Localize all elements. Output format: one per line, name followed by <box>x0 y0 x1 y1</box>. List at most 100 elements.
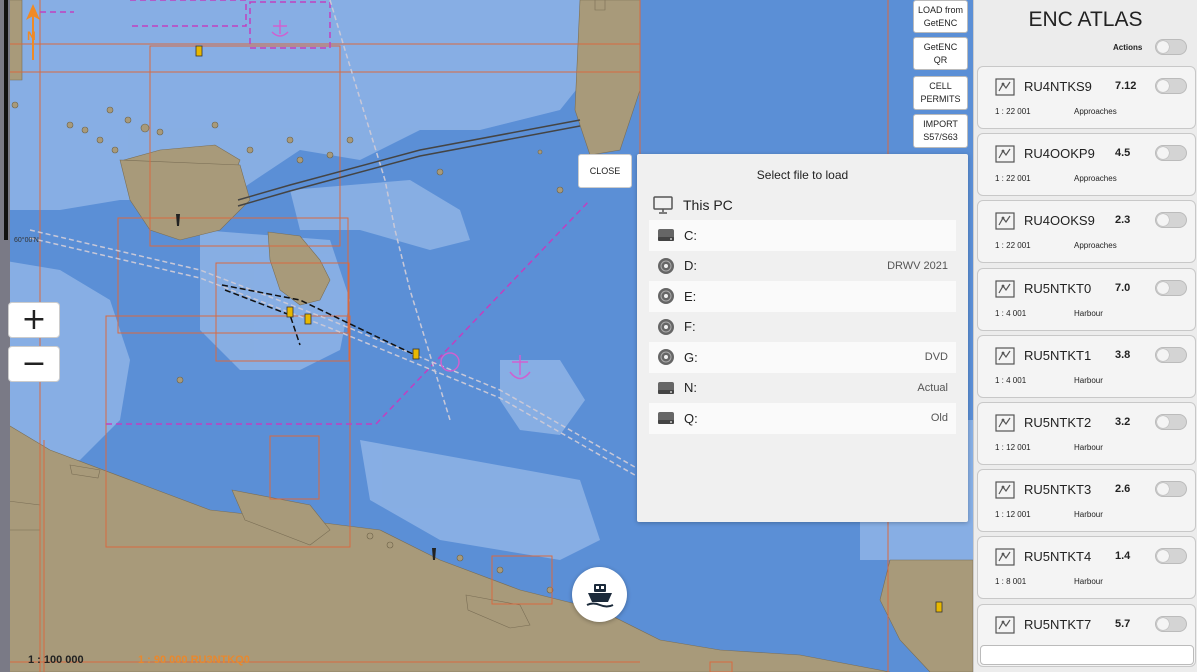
chart-scale-label: 1 : 100 000 <box>28 654 84 666</box>
svg-text:N: N <box>27 29 36 43</box>
actions-label: Actions <box>1113 43 1143 52</box>
zoom-in-button[interactable]: + <box>8 302 60 338</box>
cell-usage: Approaches <box>1074 241 1117 251</box>
hard-drive-icon <box>657 380 675 396</box>
cell-version: 1.4 <box>1115 550 1131 563</box>
cell-toggle[interactable] <box>1155 346 1187 363</box>
drive-row[interactable]: Q: Old <box>649 403 956 434</box>
cell-version: 4.5 <box>1115 147 1131 160</box>
drive-row[interactable]: G: DVD <box>649 342 956 373</box>
cell-scale: 1 : 4 001 <box>995 308 1027 318</box>
cell-usage: Harbour <box>1074 443 1103 452</box>
drive-letter: F: <box>684 319 696 335</box>
file-load-dialog: Select file to load This PC C: D: DRWV 202… <box>637 154 968 522</box>
cell-name: RU4OOKS9 <box>1024 213 1095 229</box>
cell-name: RU5NTKT2 <box>1024 415 1092 430</box>
cell-name: RU4OOKP9 <box>1024 146 1095 162</box>
atlas-title: ENC ATLAS <box>1028 8 1143 31</box>
disc-icon <box>657 257 675 275</box>
cell-scale: 1 : 12 001 <box>995 510 1031 520</box>
dialog-title: Select file to load <box>756 168 849 182</box>
cell-toggle[interactable] <box>1155 212 1187 229</box>
cell-permits-button[interactable]: CELL PERMITS <box>913 76 968 110</box>
drive-label: DRWV 2021 <box>887 259 948 272</box>
drive-letter: D: <box>684 258 697 274</box>
cell-toggle[interactable] <box>1155 414 1187 430</box>
drive-row[interactable]: E: <box>649 281 956 312</box>
ship-icon <box>586 583 613 607</box>
cell-scale: 1 : 22 001 <box>995 241 1031 251</box>
cell-scale: 1 : 22 001 <box>995 107 1031 116</box>
cell-version: 7.12 <box>1115 80 1137 92</box>
cell-scale: 1 : 22 001 <box>995 174 1031 184</box>
cell-toggle[interactable] <box>1155 145 1187 162</box>
cell-version: 5.7 <box>1115 617 1131 630</box>
getenc-qr-button[interactable]: GetENC QR <box>913 37 968 70</box>
latitude-label: 60°00'N <box>14 237 39 244</box>
own-ship-button[interactable] <box>572 567 627 622</box>
drive-row[interactable]: D: DRWV 2021 <box>649 251 956 282</box>
cell-toggle[interactable] <box>1155 548 1187 565</box>
cell-version: 3.8 <box>1115 348 1131 361</box>
drive-letter: Q: <box>684 410 698 426</box>
cell-scale: 1 : 12 001 <box>995 443 1031 452</box>
load-from-getenc-button[interactable]: LOAD from GetENC <box>913 0 968 33</box>
drive-letter: C: <box>684 227 697 243</box>
atlas-search-field[interactable] <box>980 645 1194 665</box>
cell-scale: 1 : 8 001 <box>995 577 1027 587</box>
drive-letter: N: <box>684 380 697 396</box>
cell-name: RU5NTKT3 <box>1024 482 1092 498</box>
drive-row[interactable]: N: Actual <box>649 373 956 404</box>
chart-cell-icon <box>995 211 1015 231</box>
this-pc-item[interactable]: This PC <box>653 196 733 214</box>
zoom-out-button[interactable]: − <box>8 346 60 382</box>
disc-icon <box>657 318 675 336</box>
close-button[interactable]: CLOSE <box>578 154 632 188</box>
cell-version: 3.2 <box>1115 416 1131 428</box>
enc-cell-card[interactable]: RU4OOKP9 4.5 1 : 22 001 Approaches <box>977 133 1196 197</box>
cell-version: 2.6 <box>1115 483 1131 496</box>
drive-letter: G: <box>684 349 698 365</box>
enc-cell-card[interactable]: RU5NTKT4 1.4 1 : 8 001 Harbour <box>977 536 1196 600</box>
chart-cell-icon <box>995 480 1015 500</box>
drive-row[interactable]: F: <box>649 312 956 343</box>
enc-cell-card[interactable]: RU5NTKT3 2.6 1 : 12 001 Harbour <box>977 469 1196 533</box>
cell-toggle[interactable] <box>1155 78 1187 94</box>
enc-cell-card[interactable]: RU4NTKS9 7.12 1 : 22 001 Approaches <box>977 66 1196 129</box>
hard-drive-icon <box>657 227 675 243</box>
drive-letter: E: <box>684 288 697 304</box>
actions-toggle[interactable] <box>1155 39 1187 55</box>
chart-cell-icon <box>995 615 1015 635</box>
cell-name: RU5NTKT7 <box>1024 616 1092 632</box>
chart-cell-icon <box>995 144 1015 164</box>
cell-usage: Harbour <box>1074 308 1103 318</box>
enc-atlas-panel: ENC ATLAS Actions RU4NTKS9 7.12 1 : 22 001… <box>973 0 1197 672</box>
cell-usage: Harbour <box>1074 375 1103 385</box>
disc-icon <box>657 287 675 305</box>
hard-drive-icon <box>657 410 675 426</box>
cell-toggle[interactable] <box>1155 615 1187 632</box>
cell-version: 2.3 <box>1115 214 1131 227</box>
drive-row[interactable]: C: <box>649 220 956 251</box>
cell-name: RU5NTKT0 <box>1024 280 1092 296</box>
chart-cell-icon <box>995 279 1015 299</box>
enc-cell-card[interactable]: RU5NTKT0 7.0 1 : 4 001 Harbour <box>977 267 1196 331</box>
cell-scale: 1 : 4 001 <box>995 375 1027 385</box>
chart-cell-icon <box>995 346 1015 366</box>
drive-label: Old <box>930 412 948 425</box>
cell-toggle[interactable] <box>1155 481 1187 498</box>
cell-usage: Approaches <box>1074 107 1117 116</box>
cell-name: RU5NTKT4 <box>1024 549 1092 565</box>
import-s57-button[interactable]: IMPORT S57/S63 <box>913 114 968 148</box>
cell-toggle[interactable] <box>1155 279 1187 296</box>
enc-cell-card[interactable]: RU4OOKS9 2.3 1 : 22 001 Approaches <box>977 200 1196 264</box>
drive-list: C: D: DRWV 2021 E: F: G: DVD N: Actual Q: Old <box>649 220 956 434</box>
chart-cell-icon <box>995 77 1015 97</box>
north-arrow-icon: N <box>26 4 40 60</box>
monitor-icon <box>653 196 673 214</box>
enc-cell-card[interactable]: RU5NTKT2 3.2 1 : 12 001 Harbour <box>977 402 1196 465</box>
disc-icon <box>657 348 675 366</box>
cell-version: 7.0 <box>1115 281 1131 294</box>
enc-cell-card[interactable]: RU5NTKT1 3.8 1 : 4 001 Harbour <box>977 334 1196 398</box>
cell-usage: Harbour <box>1074 577 1103 587</box>
